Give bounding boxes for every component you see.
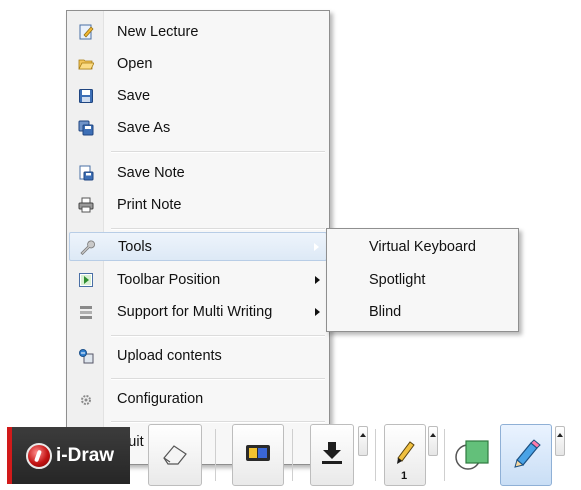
menu-separator <box>111 335 325 337</box>
menu-item-save-note[interactable]: Save Note <box>69 158 327 187</box>
menu-item-tools[interactable]: Tools <box>69 232 327 261</box>
save-as-icon <box>69 120 103 136</box>
menu-item-new-lecture[interactable]: New Lecture <box>69 17 327 46</box>
toolbar-position-icon <box>69 272 103 288</box>
toolbar-divider <box>375 429 376 481</box>
menu-item-save[interactable]: Save <box>69 81 327 110</box>
menu-separator <box>111 228 325 230</box>
menu-item-print-note[interactable]: Print Note <box>69 190 327 219</box>
tools-submenu: Virtual Keyboard Spotlight Blind <box>326 228 519 332</box>
submenu-item-label: Spotlight <box>369 272 426 288</box>
pencil-button[interactable] <box>500 424 552 486</box>
app-logo-icon <box>26 442 52 469</box>
menu-item-label: Open <box>117 55 153 72</box>
toolbar-divider <box>292 429 293 481</box>
eraser-icon <box>160 440 190 471</box>
submenu-item-blind[interactable]: Blind <box>329 297 516 327</box>
submenu-item-virtual-keyboard[interactable]: Virtual Keyboard <box>329 232 516 262</box>
printer-icon <box>69 197 103 213</box>
brand-name: i-Draw <box>56 444 115 466</box>
brand-button[interactable]: i-Draw <box>12 427 130 484</box>
menu-item-label: New Lecture <box>117 23 199 40</box>
toolbar-divider <box>444 429 445 481</box>
menu-separator <box>111 151 325 153</box>
main-menu: New Lecture Open Save Save As Save Note … <box>66 10 330 465</box>
pencil-icon <box>510 437 542 474</box>
menu-item-label: Tools <box>118 238 152 255</box>
color-palette-button[interactable] <box>232 424 284 486</box>
download-icon <box>320 440 344 471</box>
save-disk-icon <box>69 88 103 104</box>
toolbar-divider <box>215 429 216 481</box>
bottom-toolbar: i-Draw 1 <box>0 404 581 490</box>
submenu-arrow-icon <box>314 242 319 251</box>
menu-separator <box>111 378 325 380</box>
download-dropdown-toggle[interactable] <box>358 426 368 456</box>
eraser-button[interactable] <box>148 424 202 486</box>
new-lecture-icon <box>69 24 103 40</box>
multi-writing-icon <box>69 304 103 320</box>
shape-button[interactable] <box>448 424 496 486</box>
menu-item-upload-contents[interactable]: Upload contents <box>69 341 327 370</box>
submenu-arrow-icon <box>315 307 320 316</box>
menu-item-label: Print Note <box>117 196 182 213</box>
pencil-dropdown-toggle[interactable] <box>555 426 565 456</box>
submenu-arrow-icon <box>315 275 320 284</box>
pen-button[interactable]: 1 <box>384 424 426 486</box>
pen-dropdown-toggle[interactable] <box>428 426 438 456</box>
menu-item-label: Toolbar Position <box>117 271 221 288</box>
pen-icon <box>392 438 418 473</box>
download-button[interactable] <box>310 424 354 486</box>
submenu-item-spotlight[interactable]: Spotlight <box>329 265 516 295</box>
menu-item-label: Save <box>117 87 151 104</box>
wrench-icon <box>70 239 104 255</box>
save-note-icon <box>69 165 103 181</box>
pen-width-label: 1 <box>401 470 408 482</box>
menu-item-label: Upload contents <box>117 347 222 364</box>
menu-item-multi-writing[interactable]: Support for Multi Writing <box>69 297 327 326</box>
submenu-item-label: Blind <box>369 304 402 320</box>
submenu-item-label: Virtual Keyboard <box>369 239 476 255</box>
color-palette-icon <box>244 442 272 469</box>
menu-item-label: Save Note <box>117 164 185 181</box>
shape-icon <box>452 435 492 476</box>
open-folder-icon <box>69 56 103 72</box>
menu-item-toolbar-position[interactable]: Toolbar Position <box>69 265 327 294</box>
menu-item-label: Save As <box>117 119 171 136</box>
menu-item-open[interactable]: Open <box>69 49 327 78</box>
menu-item-label: Support for Multi Writing <box>117 303 273 320</box>
menu-item-save-as[interactable]: Save As <box>69 113 327 142</box>
upload-icon <box>69 348 103 364</box>
